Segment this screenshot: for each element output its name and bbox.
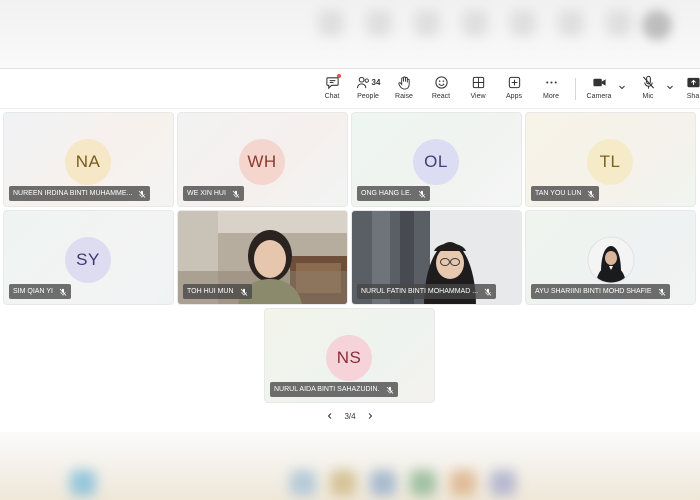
- participant-tile[interactable]: OL ONG HANG LE.: [351, 112, 522, 207]
- more-label: More: [543, 93, 559, 100]
- previous-page-button[interactable]: [326, 412, 334, 420]
- meeting-toolbar: Chat 34 People Raise React View Apps Mor…: [0, 69, 700, 109]
- share-button[interactable]: Sha: [682, 75, 700, 105]
- chevron-left-icon: [328, 413, 332, 419]
- participant-name: WE XIN HUI: [187, 190, 226, 197]
- participant-name: TAN YOU LUN: [535, 190, 582, 197]
- participant-name: AYU SHARIINI BINTI MOHD SHAFIE: [535, 288, 652, 295]
- people-label: People: [357, 93, 379, 100]
- camera-icon: [592, 78, 606, 87]
- chevron-down-icon: [619, 85, 625, 90]
- participant-name: ONG HANG LE.: [361, 190, 412, 197]
- chevron-down-icon: [667, 85, 673, 90]
- chat-label: Chat: [324, 93, 340, 100]
- camera-button[interactable]: Camera: [585, 75, 613, 105]
- participant-name-badge: AYU SHARIINI BINTI MOHD SHAFIE: [531, 284, 670, 299]
- people-icon: [356, 76, 369, 89]
- participant-name: NURUL AIDA BINTI SAHAZUDIN.: [274, 386, 380, 393]
- participant-name-badge: NUREEN IRDINA BINTI MUHAMME...: [9, 186, 151, 201]
- mic-off-icon: [386, 386, 394, 394]
- participant-name-badge: TAN YOU LUN: [531, 186, 600, 201]
- page-indicator: 3/4: [344, 411, 356, 421]
- participant-video-tile[interactable]: NURUL FATIN BINTI MOHAMMAD ...: [351, 210, 522, 305]
- share-label: Sha: [686, 93, 700, 100]
- participant-name-badge: ONG HANG LE.: [357, 186, 430, 201]
- participant-photo-avatar: [587, 236, 635, 284]
- participant-tile[interactable]: NS NURUL AIDA BINTI SAHAZUDIN.: [264, 308, 435, 403]
- mic-off-icon: [232, 190, 240, 198]
- mic-off-icon: [642, 75, 654, 89]
- raise-hand-button[interactable]: Raise: [393, 75, 415, 105]
- camera-options-chevron[interactable]: [618, 83, 626, 91]
- raise-hand-icon: [397, 76, 410, 90]
- mic-button[interactable]: Mic: [637, 75, 659, 105]
- view-button[interactable]: View: [467, 75, 489, 105]
- participant-name-badge: WE XIN HUI: [183, 186, 244, 201]
- notification-dot: [336, 74, 341, 78]
- participant-name-badge: NURUL AIDA BINTI SAHAZUDIN.: [270, 382, 398, 397]
- mic-off-icon: [59, 288, 67, 296]
- participant-avatar: NA: [65, 139, 111, 185]
- meeting-window: Chat 34 People Raise React View Apps Mor…: [0, 68, 700, 433]
- participant-video-tile[interactable]: TOH HUI MUN: [177, 210, 348, 305]
- participant-tile[interactable]: WH WE XIN HUI: [177, 112, 348, 207]
- toolbar-divider: [575, 78, 576, 100]
- participant-name-badge: NURUL FATIN BINTI MOHAMMAD ...: [357, 284, 497, 299]
- mic-off-icon: [658, 288, 666, 296]
- react-button[interactable]: React: [430, 75, 452, 105]
- view-label: View: [470, 93, 486, 100]
- apps-label: Apps: [506, 93, 522, 100]
- participant-tile[interactable]: AYU SHARIINI BINTI MOHD SHAFIE: [525, 210, 696, 305]
- chat-button[interactable]: Chat: [321, 74, 343, 105]
- react-label: React: [431, 93, 451, 100]
- mic-off-icon: [138, 190, 146, 198]
- participant-avatar: TL: [587, 139, 633, 185]
- raise-label: Raise: [395, 93, 413, 100]
- gallery-pagination: 3/4: [0, 407, 700, 425]
- participant-tile[interactable]: NA NUREEN IRDINA BINTI MUHAMME...: [3, 112, 174, 207]
- participant-avatar: NS: [326, 335, 372, 381]
- mic-off-icon: [484, 288, 492, 296]
- mic-off-icon: [240, 288, 248, 296]
- mic-off-icon: [418, 190, 426, 198]
- apps-button[interactable]: Apps: [503, 75, 525, 105]
- camera-label: Camera: [586, 93, 612, 100]
- participant-tile[interactable]: SY SIM QIAN YI: [3, 210, 174, 305]
- participant-name: TOH HUI MUN: [187, 288, 234, 295]
- participant-avatar: OL: [413, 139, 459, 185]
- grid-view-icon: [472, 76, 484, 89]
- participant-grid: NA NUREEN IRDINA BINTI MUHAMME... WH WE …: [0, 109, 700, 433]
- participant-tile[interactable]: TL TAN YOU LUN: [525, 112, 696, 207]
- participant-name: NUREEN IRDINA BINTI MUHAMME...: [13, 190, 133, 197]
- next-page-button[interactable]: [366, 412, 374, 420]
- mic-options-chevron[interactable]: [666, 83, 674, 91]
- smiley-icon: [434, 76, 448, 89]
- blurred-background-taskbar: [0, 432, 700, 500]
- participant-name: SIM QIAN YI: [13, 288, 53, 295]
- participant-avatar: WH: [239, 139, 285, 185]
- participant-name: NURUL FATIN BINTI MOHAMMAD ...: [361, 288, 479, 295]
- participant-count: 34: [371, 78, 381, 87]
- participant-name-badge: TOH HUI MUN: [183, 284, 252, 299]
- chevron-right-icon: [368, 413, 372, 419]
- mic-off-icon: [587, 190, 595, 198]
- mic-label: Mic: [642, 93, 654, 100]
- blurred-background-top: [0, 0, 700, 68]
- participant-name-badge: SIM QIAN YI: [9, 284, 71, 299]
- people-button[interactable]: 34 People: [354, 75, 382, 105]
- participant-avatar: SY: [65, 237, 111, 283]
- more-button[interactable]: More: [540, 75, 562, 105]
- more-icon: [545, 81, 557, 84]
- share-icon: [686, 77, 700, 88]
- add-app-icon: [508, 76, 520, 89]
